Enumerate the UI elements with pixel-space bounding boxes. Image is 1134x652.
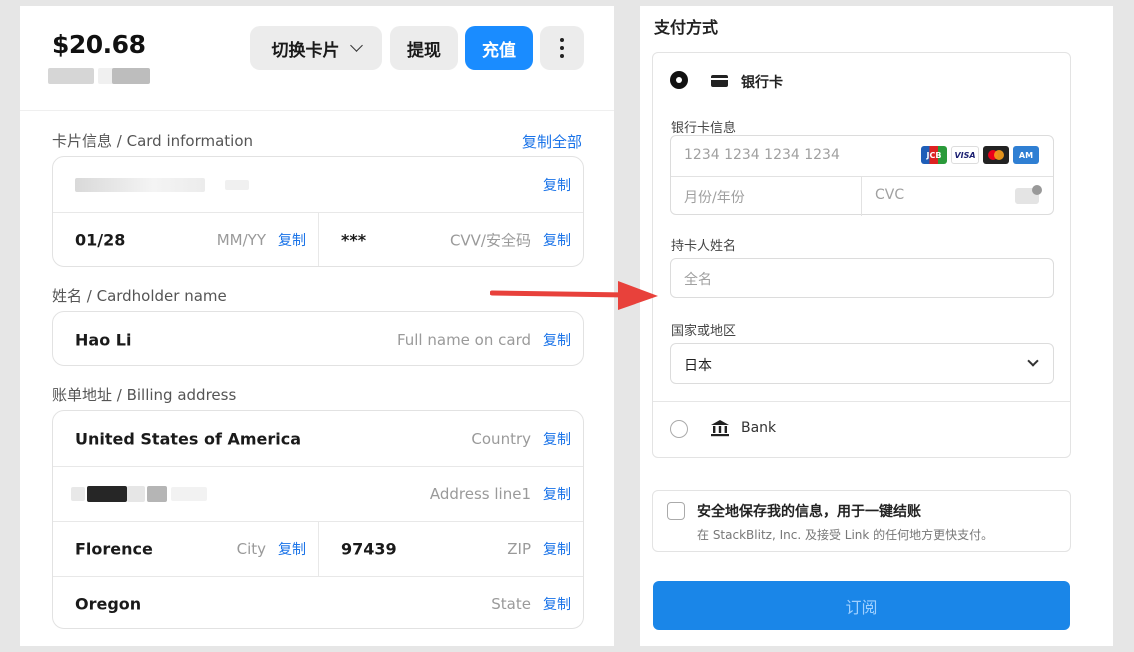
- country-label: 国家或地区: [671, 324, 737, 339]
- cvc-card-icon: [1015, 185, 1042, 204]
- city-zip-row: Florence City 复制 97439 ZIP 复制: [53, 521, 583, 576]
- card-number-placeholder: 1234 1234 1234 1234: [684, 147, 840, 163]
- header-divider: [20, 110, 614, 111]
- redacted-address: [147, 486, 167, 502]
- address-line1-hint: Address line1: [429, 485, 531, 503]
- redacted-address: [171, 487, 207, 501]
- save-info-title: 安全地保存我的信息，用于一键结账: [697, 504, 921, 520]
- more-vertical-icon: [560, 38, 564, 58]
- method-divider: [653, 401, 1070, 402]
- redacted-address: [127, 486, 145, 502]
- cvv-value: ***: [341, 230, 367, 250]
- payment-method-card: 银行卡 银行卡信息 1234 1234 1234 1234 JCB VISA A…: [652, 52, 1071, 458]
- copy-state-button[interactable]: 复制: [543, 594, 571, 614]
- switch-card-button[interactable]: 切换卡片: [250, 26, 382, 70]
- save-info-checkbox[interactable]: [667, 502, 685, 520]
- card-info-label: 银行卡信息: [671, 121, 737, 136]
- redacted-card-number: [225, 179, 249, 190]
- withdraw-button[interactable]: 提现: [390, 26, 458, 70]
- subscribe-button[interactable]: 订阅: [653, 581, 1070, 630]
- bank-icon: [711, 420, 729, 437]
- billing-address-label: 账单地址 / Billing address: [52, 386, 237, 404]
- cardholder-placeholder: 全名: [684, 272, 712, 288]
- card-input-group: 1234 1234 1234 1234 JCB VISA AM 月份/年份 CV…: [670, 135, 1054, 216]
- zip-value: 97439: [341, 539, 397, 559]
- country-select-value: 日本: [684, 358, 712, 374]
- copy-country-button[interactable]: 复制: [543, 429, 571, 449]
- copy-expiry-button[interactable]: 复制: [278, 230, 306, 250]
- card-method-radio[interactable]: [670, 71, 688, 89]
- chevron-down-icon: [349, 39, 363, 52]
- billing-address-box: United States of America Country 复制 Addr…: [52, 410, 584, 629]
- cardholder-name-row: Hao Li Full name on card 复制: [53, 312, 583, 365]
- mastercard-icon: [983, 146, 1009, 164]
- copy-all-button[interactable]: 复制全部: [522, 131, 582, 152]
- cardholder-name-hint: Full name on card: [396, 330, 531, 349]
- bank-method-label: Bank: [741, 420, 777, 436]
- state-value: Oregon: [75, 594, 142, 614]
- country-hint: Country: [471, 429, 531, 448]
- save-info-description: 在 StackBlitz, Inc. 及接受 Link 的任何地方更快支付。: [697, 528, 994, 542]
- country-value: United States of America: [75, 429, 302, 448]
- credit-card-icon: [711, 75, 728, 87]
- copy-zip-button[interactable]: 复制: [543, 539, 571, 559]
- state-row: Oregon State 复制: [53, 576, 583, 628]
- zip-hint: ZIP: [507, 540, 531, 558]
- visa-icon: VISA: [951, 146, 979, 164]
- card-number-row: 复制: [53, 157, 583, 212]
- redacted-address: [87, 486, 127, 502]
- copy-address-button[interactable]: 复制: [543, 484, 571, 504]
- cvv-hint: CVV/安全码: [449, 231, 531, 250]
- payment-method-title: 支付方式: [654, 18, 719, 37]
- cardholder-name-input[interactable]: 全名: [670, 258, 1054, 298]
- redacted-card-name: [48, 68, 94, 84]
- expiry-input[interactable]: 月份/年份: [671, 177, 861, 216]
- redacted-card-number: [75, 177, 205, 192]
- cardholder-name-value: Hao Li: [75, 330, 132, 349]
- expiry-cvv-row: 01/28 MM/YY 复制 *** CVV/安全码 复制: [53, 212, 583, 266]
- balance-amount: $20.68: [52, 30, 146, 59]
- state-hint: State: [491, 595, 531, 613]
- jcb-icon: JCB: [921, 146, 947, 164]
- city-hint: City: [236, 540, 266, 558]
- card-info-label: 卡片信息 / Card information: [52, 132, 254, 150]
- card-info-box: 复制 01/28 MM/YY 复制 *** CVV/安全码 复制: [52, 156, 584, 267]
- cardholder-name-box: Hao Li Full name on card 复制: [52, 311, 584, 366]
- copy-card-number-button[interactable]: 复制: [543, 175, 571, 195]
- chevron-down-icon: [1027, 355, 1039, 367]
- bank-method-radio[interactable]: [670, 420, 688, 438]
- expiry-placeholder: 月份/年份: [684, 190, 745, 206]
- redacted-card-name: [112, 68, 150, 84]
- country-select[interactable]: 日本: [670, 343, 1054, 384]
- copy-city-button[interactable]: 复制: [278, 539, 306, 559]
- red-arrow-annotation: [490, 281, 658, 310]
- expiry-value: 01/28: [75, 230, 126, 250]
- card-number-input[interactable]: 1234 1234 1234 1234 JCB VISA AM: [671, 136, 1053, 176]
- switch-card-label: 切换卡片: [271, 40, 340, 61]
- amex-icon: AM: [1013, 146, 1039, 164]
- expiry-hint: MM/YY: [216, 231, 266, 249]
- country-row: United States of America Country 复制: [53, 411, 583, 466]
- checkout-payment-panel: 支付方式 银行卡 银行卡信息 1234 1234 1234 1234 JCB V…: [640, 6, 1113, 646]
- cardholder-name-label: 姓名 / Cardholder name: [52, 287, 227, 305]
- city-value: Florence: [75, 539, 153, 559]
- cardholder-label: 持卡人姓名: [671, 239, 737, 254]
- save-info-box: 安全地保存我的信息，用于一键结账 在 StackBlitz, Inc. 及接受 …: [652, 490, 1071, 552]
- copy-name-button[interactable]: 复制: [543, 330, 571, 350]
- copy-cvv-button[interactable]: 复制: [543, 230, 571, 250]
- redacted-address: [71, 487, 85, 501]
- virtual-card-panel: $20.68 切换卡片 提现 充值 卡片信息 / Card informatio…: [20, 6, 614, 646]
- card-method-label: 银行卡: [741, 75, 783, 91]
- cvc-placeholder: CVC: [875, 187, 905, 203]
- more-menu-button[interactable]: [540, 26, 584, 70]
- address-line1-row: Address line1 复制: [53, 466, 583, 521]
- recharge-button[interactable]: 充值: [465, 26, 533, 70]
- cvc-input[interactable]: CVC: [862, 177, 1053, 216]
